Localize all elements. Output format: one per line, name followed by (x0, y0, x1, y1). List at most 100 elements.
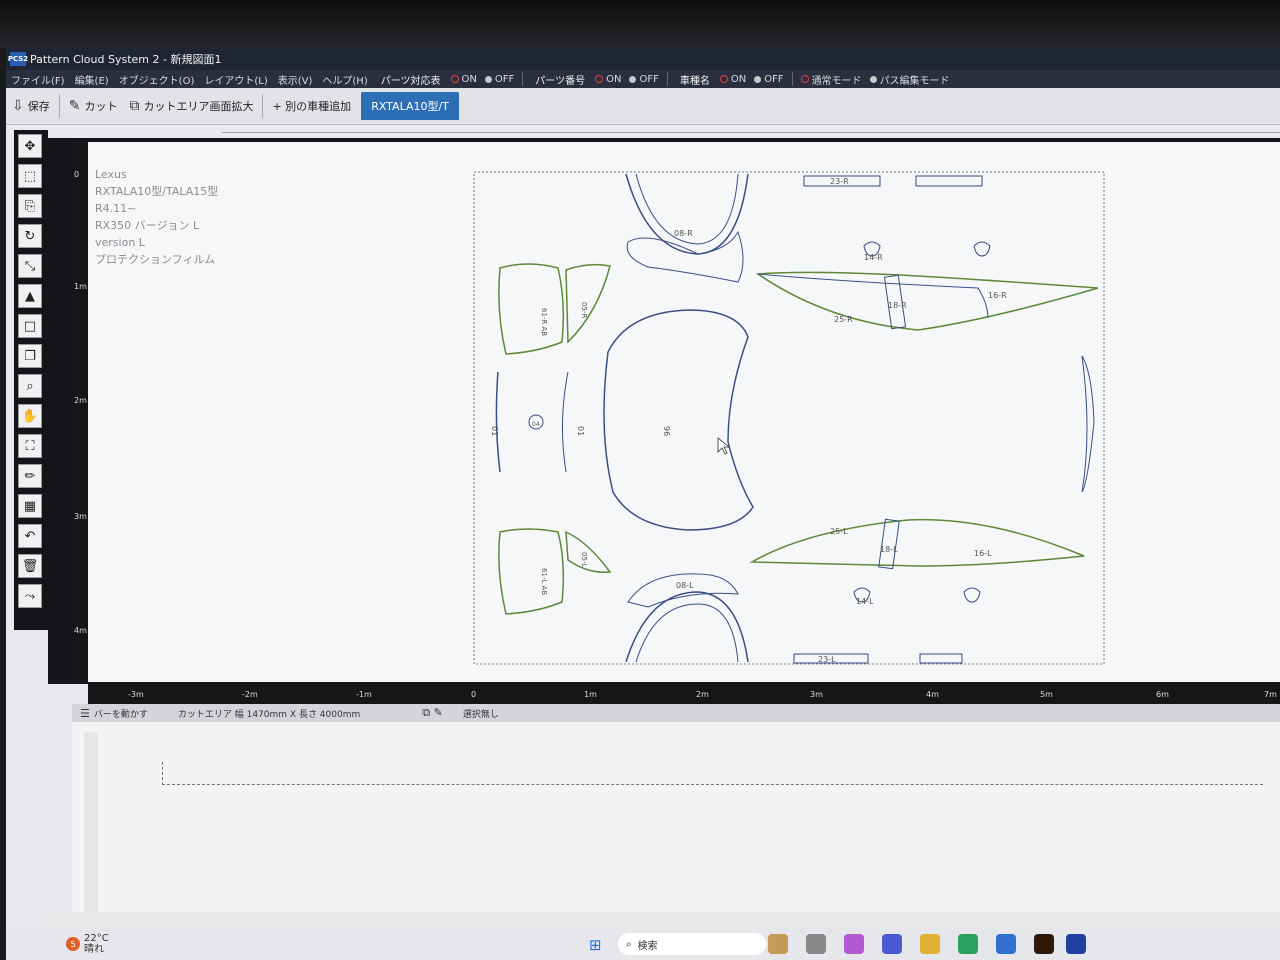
drawing-canvas[interactable]: 96 01 01 08-R 08-L 25-R 25-L 18-R 18-L 1… (88, 142, 1280, 682)
weather-badge: 5 (66, 937, 80, 951)
model-name-on-radio[interactable]: ON (716, 74, 750, 85)
trash-tool-icon[interactable]: 🗑 (18, 554, 42, 578)
save-icon: ⇩ (12, 98, 24, 114)
normal-mode-radio[interactable]: 通常モード (797, 72, 866, 87)
rectangle-tool-icon[interactable]: □ (18, 314, 42, 338)
menu-edit[interactable]: 編集(E) (70, 72, 114, 87)
rotate-tool-icon[interactable]: ↻ (18, 224, 42, 248)
handle-l-label: 14-L (856, 597, 874, 606)
taskbar-app-icon[interactable] (996, 934, 1016, 954)
move-tool-icon[interactable]: ✥ (18, 134, 42, 158)
bumper-center (561, 371, 569, 473)
menu-object[interactable]: オブジェクト(O) (114, 72, 200, 87)
app-window: PCS2 Pattern Cloud System 2 - 新規図面1 ファイル… (6, 48, 1280, 960)
weather-widget[interactable]: 5 22°C 晴れ (66, 933, 109, 955)
vruler-tick: 4m (74, 626, 87, 635)
fender-r-label: 08-R (674, 229, 693, 238)
path-tool-icon[interactable]: ⤳ (18, 584, 42, 608)
parts-table-off-radio[interactable]: OFF (481, 74, 518, 85)
mirror-r-label: 16-R (988, 291, 1007, 300)
menu-file[interactable]: ファイル(F) (6, 72, 70, 87)
cut-area-zoom-button[interactable]: ⧉ カットエリア画面拡大 (123, 91, 259, 121)
taskbar-app-icon[interactable] (882, 934, 902, 954)
emblem-label: 04 (532, 421, 540, 428)
pattern-drawing[interactable]: 96 01 01 08-R 08-L 25-R 25-L 18-R 18-L 1… (88, 142, 1280, 682)
model-name-label: 車種名 (679, 75, 710, 87)
cut-area-border (473, 171, 1105, 665)
path-edit-mode-radio[interactable]: パス編集モード (866, 72, 954, 87)
rocker-r-label: 18-R (888, 301, 907, 310)
menu-view[interactable]: 表示(V) (273, 72, 318, 87)
menu-layout[interactable]: レイアウト(L) (199, 72, 272, 87)
status-bar: ☰ バーを動かす カットエリア 幅 1470mm X 長さ 4000mm ⧉ ✎… (72, 704, 1280, 722)
vruler-tick: 2m (74, 396, 87, 405)
select-tool-icon[interactable]: ⬚ (18, 164, 42, 188)
vruler-tick: 1m (74, 282, 87, 291)
taskbar-search[interactable]: ⌕ 検索 (618, 933, 766, 955)
taskbar-app-icon[interactable] (844, 934, 864, 954)
windows-start-icon[interactable]: ⊞ (589, 936, 602, 954)
taskbar-app-icon[interactable] (768, 934, 788, 954)
tool-palette: ✥ ⬚ ⎘ ↻ ⤡ ▲ □ ❐ ⌕ ✋ ⛶ ✏ ▦ ↶ 🗑 ⤳ (14, 130, 48, 630)
menu-divider (522, 72, 524, 86)
link-icon[interactable]: ⧉ ✎ (422, 706, 443, 720)
node-tool-icon[interactable]: ⤡ (18, 254, 42, 278)
handle-r2 (973, 241, 991, 257)
drag-handle-icon[interactable]: ☰ (80, 707, 90, 720)
lower-preview-panel (72, 722, 1280, 912)
add-model-button[interactable]: + 別の車種追加 (266, 91, 357, 121)
zoom-tool-icon[interactable]: ⌕ (18, 374, 42, 398)
grid-tool-icon[interactable]: ▦ (18, 494, 42, 518)
search-placeholder: 検索 (637, 940, 658, 952)
hand-tool-icon[interactable]: ✋ (18, 404, 42, 428)
model-info-block: Lexus RXTALA10型/TALA15型 R4.11~ RX350 バージ… (95, 166, 218, 268)
headlight-piece-r (498, 263, 565, 355)
layer-tool-icon[interactable]: ❐ (18, 344, 42, 368)
menu-divider (666, 72, 668, 86)
cut-area-zoom-label: カットエリア画面拡大 (143, 100, 254, 113)
cut-label: カット (84, 100, 118, 113)
lower-horizontal-ruler (40, 912, 1280, 928)
copy-tool-icon[interactable]: ⎘ (18, 194, 42, 218)
measure-tool-icon[interactable]: ✏ (18, 464, 42, 488)
side-strip (1081, 355, 1095, 493)
model-name-off-radio[interactable]: OFF (750, 74, 787, 85)
menu-bar: ファイル(F) 編集(E) オブジェクト(O) レイアウト(L) 表示(V) ヘ… (6, 70, 1280, 88)
hruler-tick: 1m (584, 690, 597, 699)
radio-on-icon (800, 75, 809, 83)
temperature: 22°C (84, 933, 109, 944)
hood-label: 96 (662, 426, 671, 436)
handle-r-label: 14-R (864, 253, 883, 262)
door-inner-r (757, 273, 989, 319)
rocker-l-label: 18-L (880, 545, 898, 554)
rocker-strip-l (878, 518, 900, 570)
parts-table-on-radio[interactable]: ON (447, 74, 481, 85)
bumper-center-label: 01 (576, 426, 585, 436)
radio-off-icon (629, 75, 637, 83)
path-edit-mode-label: パス編集モード (879, 75, 950, 87)
zoom-area-icon: ⧉ (129, 98, 140, 114)
folder-icon[interactable] (920, 934, 940, 954)
menu-help[interactable]: ヘルプ(H) (317, 72, 372, 87)
info-model-code: RXTALA10型/TALA15型 (95, 185, 219, 198)
save-label: 保存 (27, 100, 50, 113)
parts-number-off-radio[interactable]: OFF (625, 74, 662, 85)
illustrator-icon[interactable] (1034, 934, 1054, 954)
tab-rxtala10[interactable]: RXTALA10型/T (361, 92, 459, 120)
hruler-tick: 5m (1040, 690, 1053, 699)
hood-panel (603, 309, 754, 531)
save-button[interactable]: ⇩ 保存 (6, 91, 56, 121)
cut-button[interactable]: ✎ カット (63, 91, 124, 121)
roof-strip-l2 (919, 653, 963, 664)
taskbar-app-icon[interactable] (806, 934, 826, 954)
fog-l-label: 05-L (580, 552, 588, 567)
hruler-tick: -2m (242, 690, 258, 699)
undo-tool-icon[interactable]: ↶ (18, 524, 42, 548)
fill-tool-icon[interactable]: ▲ (18, 284, 42, 308)
parts-number-on-radio[interactable]: ON (591, 74, 625, 85)
browser-icon[interactable] (958, 934, 978, 954)
pcs2-taskbar-icon[interactable] (1066, 934, 1086, 954)
radio-off-icon (754, 75, 762, 83)
on-label: ON (606, 73, 622, 85)
fit-tool-icon[interactable]: ⛶ (18, 434, 42, 458)
